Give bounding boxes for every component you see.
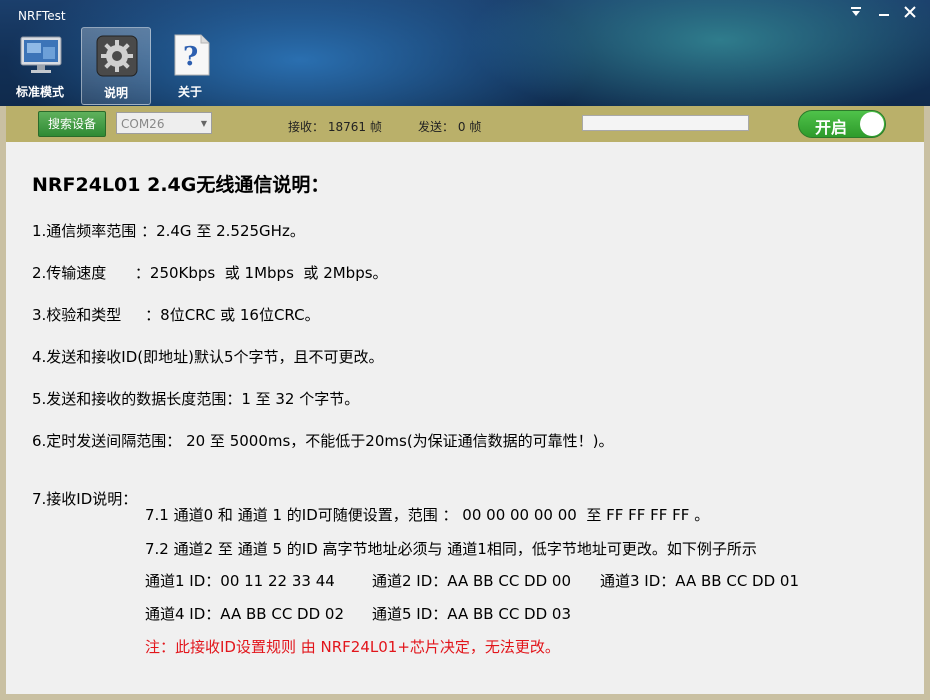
received-label: 接收： (288, 120, 325, 134)
info-line: 1.通信频率范围 ：2.4G 至 2.525GHz。 (32, 222, 305, 240)
channel-id: 通道1 ID：00 11 22 33 44 (145, 572, 335, 590)
channel-id: 通道5 ID：AA BB CC DD 03 (372, 605, 572, 623)
sent-label: 发送： (418, 120, 455, 134)
search-device-button[interactable]: 搜索设备 (38, 111, 106, 137)
tool-instructions[interactable]: 说明 (81, 27, 151, 105)
svg-text:?: ? (183, 42, 198, 72)
info-line: 5.发送和接收的数据长度范围：1 至 32 个字节。 (32, 390, 360, 408)
info-line: 4.发送和接收ID(即地址)默认5个字节，且不可更改。 (32, 348, 384, 366)
help-document-icon: ? (169, 33, 213, 77)
sent-unit: 帧 (469, 120, 482, 134)
toggle-label: 开启 (815, 118, 848, 137)
progress-bar (582, 115, 749, 131)
section7-line: 7.2 通道2 至 通道 5 的ID 高字节地址必须与 通道1相同，低字节地址可… (145, 540, 757, 558)
monitor-icon (19, 33, 63, 77)
pin-icon[interactable] (844, 4, 868, 24)
tool-standard-mode[interactable]: 标准模式 (6, 27, 74, 103)
close-icon[interactable] (898, 4, 922, 24)
toggle-knob (860, 112, 884, 136)
channel-id: 通道4 ID：AA BB CC DD 02 (145, 605, 345, 623)
info-line: 3.校验和类型 ：8位CRC 或 16位CRC。 (32, 306, 320, 324)
received-unit: 帧 (369, 120, 382, 134)
com-port-value: COM26 (121, 117, 165, 131)
page-title: NRF24L01 2.4G无线通信说明： (32, 174, 330, 196)
tool-about[interactable]: ? 关于 (156, 27, 224, 103)
note-text: 注：此接收ID设置规则 由 NRF24L01+芯片决定，无法更改。 (145, 638, 560, 656)
com-port-select[interactable]: COM26 ▼ (116, 112, 212, 134)
info-line: 2.传输速度 ：250Kbps 或 1Mbps 或 2Mbps。 (32, 264, 388, 282)
received-count: 18761 (327, 120, 367, 134)
instructions-panel: NRF24L01 2.4G无线通信说明： 1.通信频率范围 ：2.4G 至 2.… (6, 142, 924, 694)
info-line: 6.定时发送间隔范围： 20 至 5000ms，不能低于20ms(为保证通信数据… (32, 432, 614, 450)
gear-icon (95, 34, 139, 78)
tool-label: 标准模式 (15, 85, 64, 99)
section7-heading: 7.接收ID说明： (32, 490, 138, 508)
minimize-icon[interactable] (872, 4, 896, 24)
open-toggle[interactable]: 开启 (798, 110, 886, 138)
tool-label: 说明 (103, 86, 128, 100)
channel-id: 通道3 ID：AA BB CC DD 01 (600, 572, 800, 590)
sent-count: 0 (457, 120, 466, 134)
title-bar: NRFTest 标准模式 说明 ? 关于 (0, 0, 930, 106)
status-bar: 搜索设备 COM26 ▼ 接收： 18761 帧 发送： 0 帧 开启 (6, 106, 924, 142)
channel-id: 通道2 ID：AA BB CC DD 00 (372, 572, 572, 590)
received-stat: 接收： 18761 帧 (288, 118, 382, 135)
sent-stat: 发送： 0 帧 (418, 118, 481, 135)
tool-label: 关于 (177, 85, 202, 99)
section7-line: 7.1 通道0 和 通道 1 的ID可随便设置，范围 ： 00 00 00 00… (145, 506, 710, 524)
chevron-down-icon: ▼ (200, 119, 207, 128)
app-title: NRFTest (18, 9, 66, 23)
